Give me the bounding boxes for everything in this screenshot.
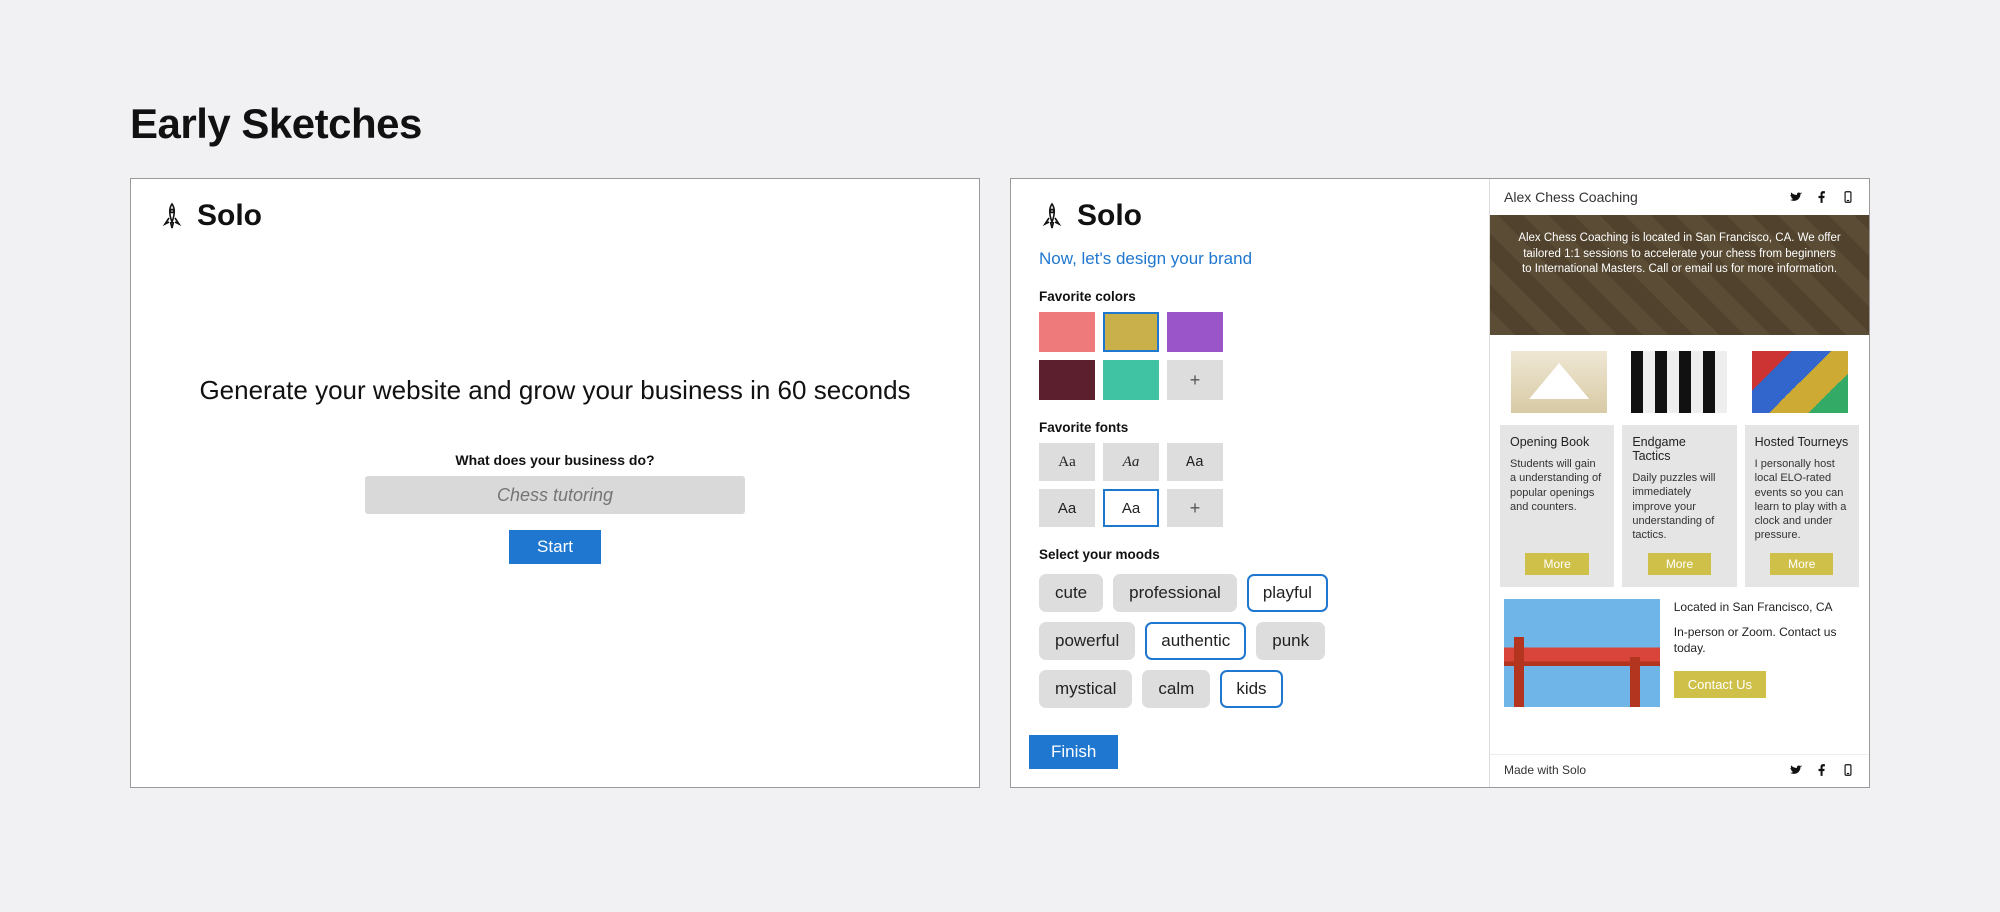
contact-instructions: In-person or Zoom. Contact us today. — [1674, 624, 1855, 658]
footer-credit: Made with Solo — [1504, 763, 1586, 777]
add-font-button[interactable]: + — [1167, 489, 1223, 527]
more-button[interactable]: More — [1525, 553, 1588, 575]
font-tile-grid: AaAaAaAaAa+ — [1039, 443, 1259, 527]
card-body: Daily puzzles will immediately improve y… — [1632, 471, 1726, 543]
mood-chip-playful[interactable]: playful — [1247, 574, 1328, 612]
mood-chip-kids[interactable]: kids — [1220, 670, 1282, 708]
color-swatch[interactable] — [1103, 360, 1159, 400]
mood-chip-powerful[interactable]: powerful — [1039, 622, 1135, 660]
font-tile[interactable]: Aa — [1167, 443, 1223, 481]
sketch-brand-design: Solo Now, let's design your brand Favori… — [1010, 178, 1870, 788]
brand-subheading: Now, let's design your brand — [1039, 249, 1461, 269]
font-tile[interactable]: Aa — [1103, 443, 1159, 481]
card-body: Students will gain a understanding of po… — [1510, 457, 1604, 543]
contact-location: Located in San Francisco, CA — [1674, 599, 1855, 616]
moods-label: Select your moods — [1039, 547, 1461, 562]
twitter-icon[interactable] — [1789, 190, 1803, 204]
preview-hero: Alex Chess Coaching is located in San Fr… — [1490, 215, 1869, 335]
colors-label: Favorite colors — [1039, 289, 1461, 304]
preview-card: Hosted Tourneys I personally host local E… — [1745, 425, 1859, 587]
preview-footer: Made with Solo — [1490, 754, 1869, 787]
card-body: I personally host local ELO-rated events… — [1755, 457, 1849, 543]
font-tile[interactable]: Aa — [1039, 489, 1095, 527]
facebook-icon[interactable] — [1815, 763, 1829, 777]
mood-chip-cute[interactable]: cute — [1039, 574, 1103, 612]
onboarding-headline: Generate your website and grow your busi… — [199, 375, 910, 406]
thumbnail-opening-book — [1511, 351, 1607, 413]
preview-site-title: Alex Chess Coaching — [1504, 189, 1638, 205]
rocket-icon — [1039, 202, 1065, 230]
preview-topbar: Alex Chess Coaching — [1490, 179, 1869, 215]
mobile-icon[interactable] — [1841, 190, 1855, 204]
sketch-onboarding: Solo Generate your website and grow your… — [130, 178, 980, 788]
preview-contact: Located in San Francisco, CA In-person o… — [1490, 587, 1869, 719]
mood-chip-authentic[interactable]: authentic — [1145, 622, 1246, 660]
brand-row: Solo — [131, 179, 979, 245]
business-input[interactable] — [365, 476, 745, 514]
sketches-row: Solo Generate your website and grow your… — [130, 178, 1870, 788]
facebook-icon[interactable] — [1815, 190, 1829, 204]
rocket-icon — [159, 202, 185, 230]
brand-controls: Solo Now, let's design your brand Favori… — [1011, 179, 1489, 787]
finish-button[interactable]: Finish — [1029, 735, 1118, 769]
brand-name: Solo — [1077, 199, 1142, 233]
contact-us-button[interactable]: Contact Us — [1674, 671, 1766, 698]
color-swatch[interactable] — [1167, 312, 1223, 352]
color-swatch[interactable] — [1103, 312, 1159, 352]
site-preview: Alex Chess Coaching Alex Chess Coaching … — [1489, 179, 1869, 787]
preview-cards: Opening Book Students will gain a underst… — [1490, 425, 1869, 587]
color-swatch-grid: + — [1039, 312, 1259, 400]
mood-chip-punk[interactable]: punk — [1256, 622, 1325, 660]
card-title: Hosted Tourneys — [1755, 435, 1849, 449]
preview-card: Opening Book Students will gain a underst… — [1500, 425, 1614, 587]
font-tile[interactable]: Aa — [1103, 489, 1159, 527]
preview-thumbnails — [1490, 335, 1869, 425]
color-swatch[interactable] — [1039, 360, 1095, 400]
brand-name: Solo — [197, 199, 262, 233]
font-tile[interactable]: Aa — [1039, 443, 1095, 481]
preview-location-image — [1504, 599, 1660, 707]
card-title: Endgame Tactics — [1632, 435, 1726, 463]
color-swatch[interactable] — [1039, 312, 1095, 352]
mobile-icon[interactable] — [1841, 763, 1855, 777]
more-button[interactable]: More — [1770, 553, 1833, 575]
add-color-button[interactable]: + — [1167, 360, 1223, 400]
mood-chip-calm[interactable]: calm — [1142, 670, 1210, 708]
thumbnail-chess-pieces — [1631, 351, 1727, 413]
business-input-label: What does your business do? — [455, 452, 654, 468]
more-button[interactable]: More — [1648, 553, 1711, 575]
mood-chip-wrap: cute professional playful powerful authentic… — [1039, 574, 1409, 708]
mood-chip-mystical[interactable]: mystical — [1039, 670, 1132, 708]
page-title: Early Sketches — [130, 100, 1870, 148]
start-button[interactable]: Start — [509, 530, 601, 564]
thumbnail-tournament — [1752, 351, 1848, 413]
card-title: Opening Book — [1510, 435, 1604, 449]
twitter-icon[interactable] — [1789, 763, 1803, 777]
preview-card: Endgame Tactics Daily puzzles will immedi… — [1622, 425, 1736, 587]
mood-chip-professional[interactable]: professional — [1113, 574, 1237, 612]
fonts-label: Favorite fonts — [1039, 420, 1461, 435]
